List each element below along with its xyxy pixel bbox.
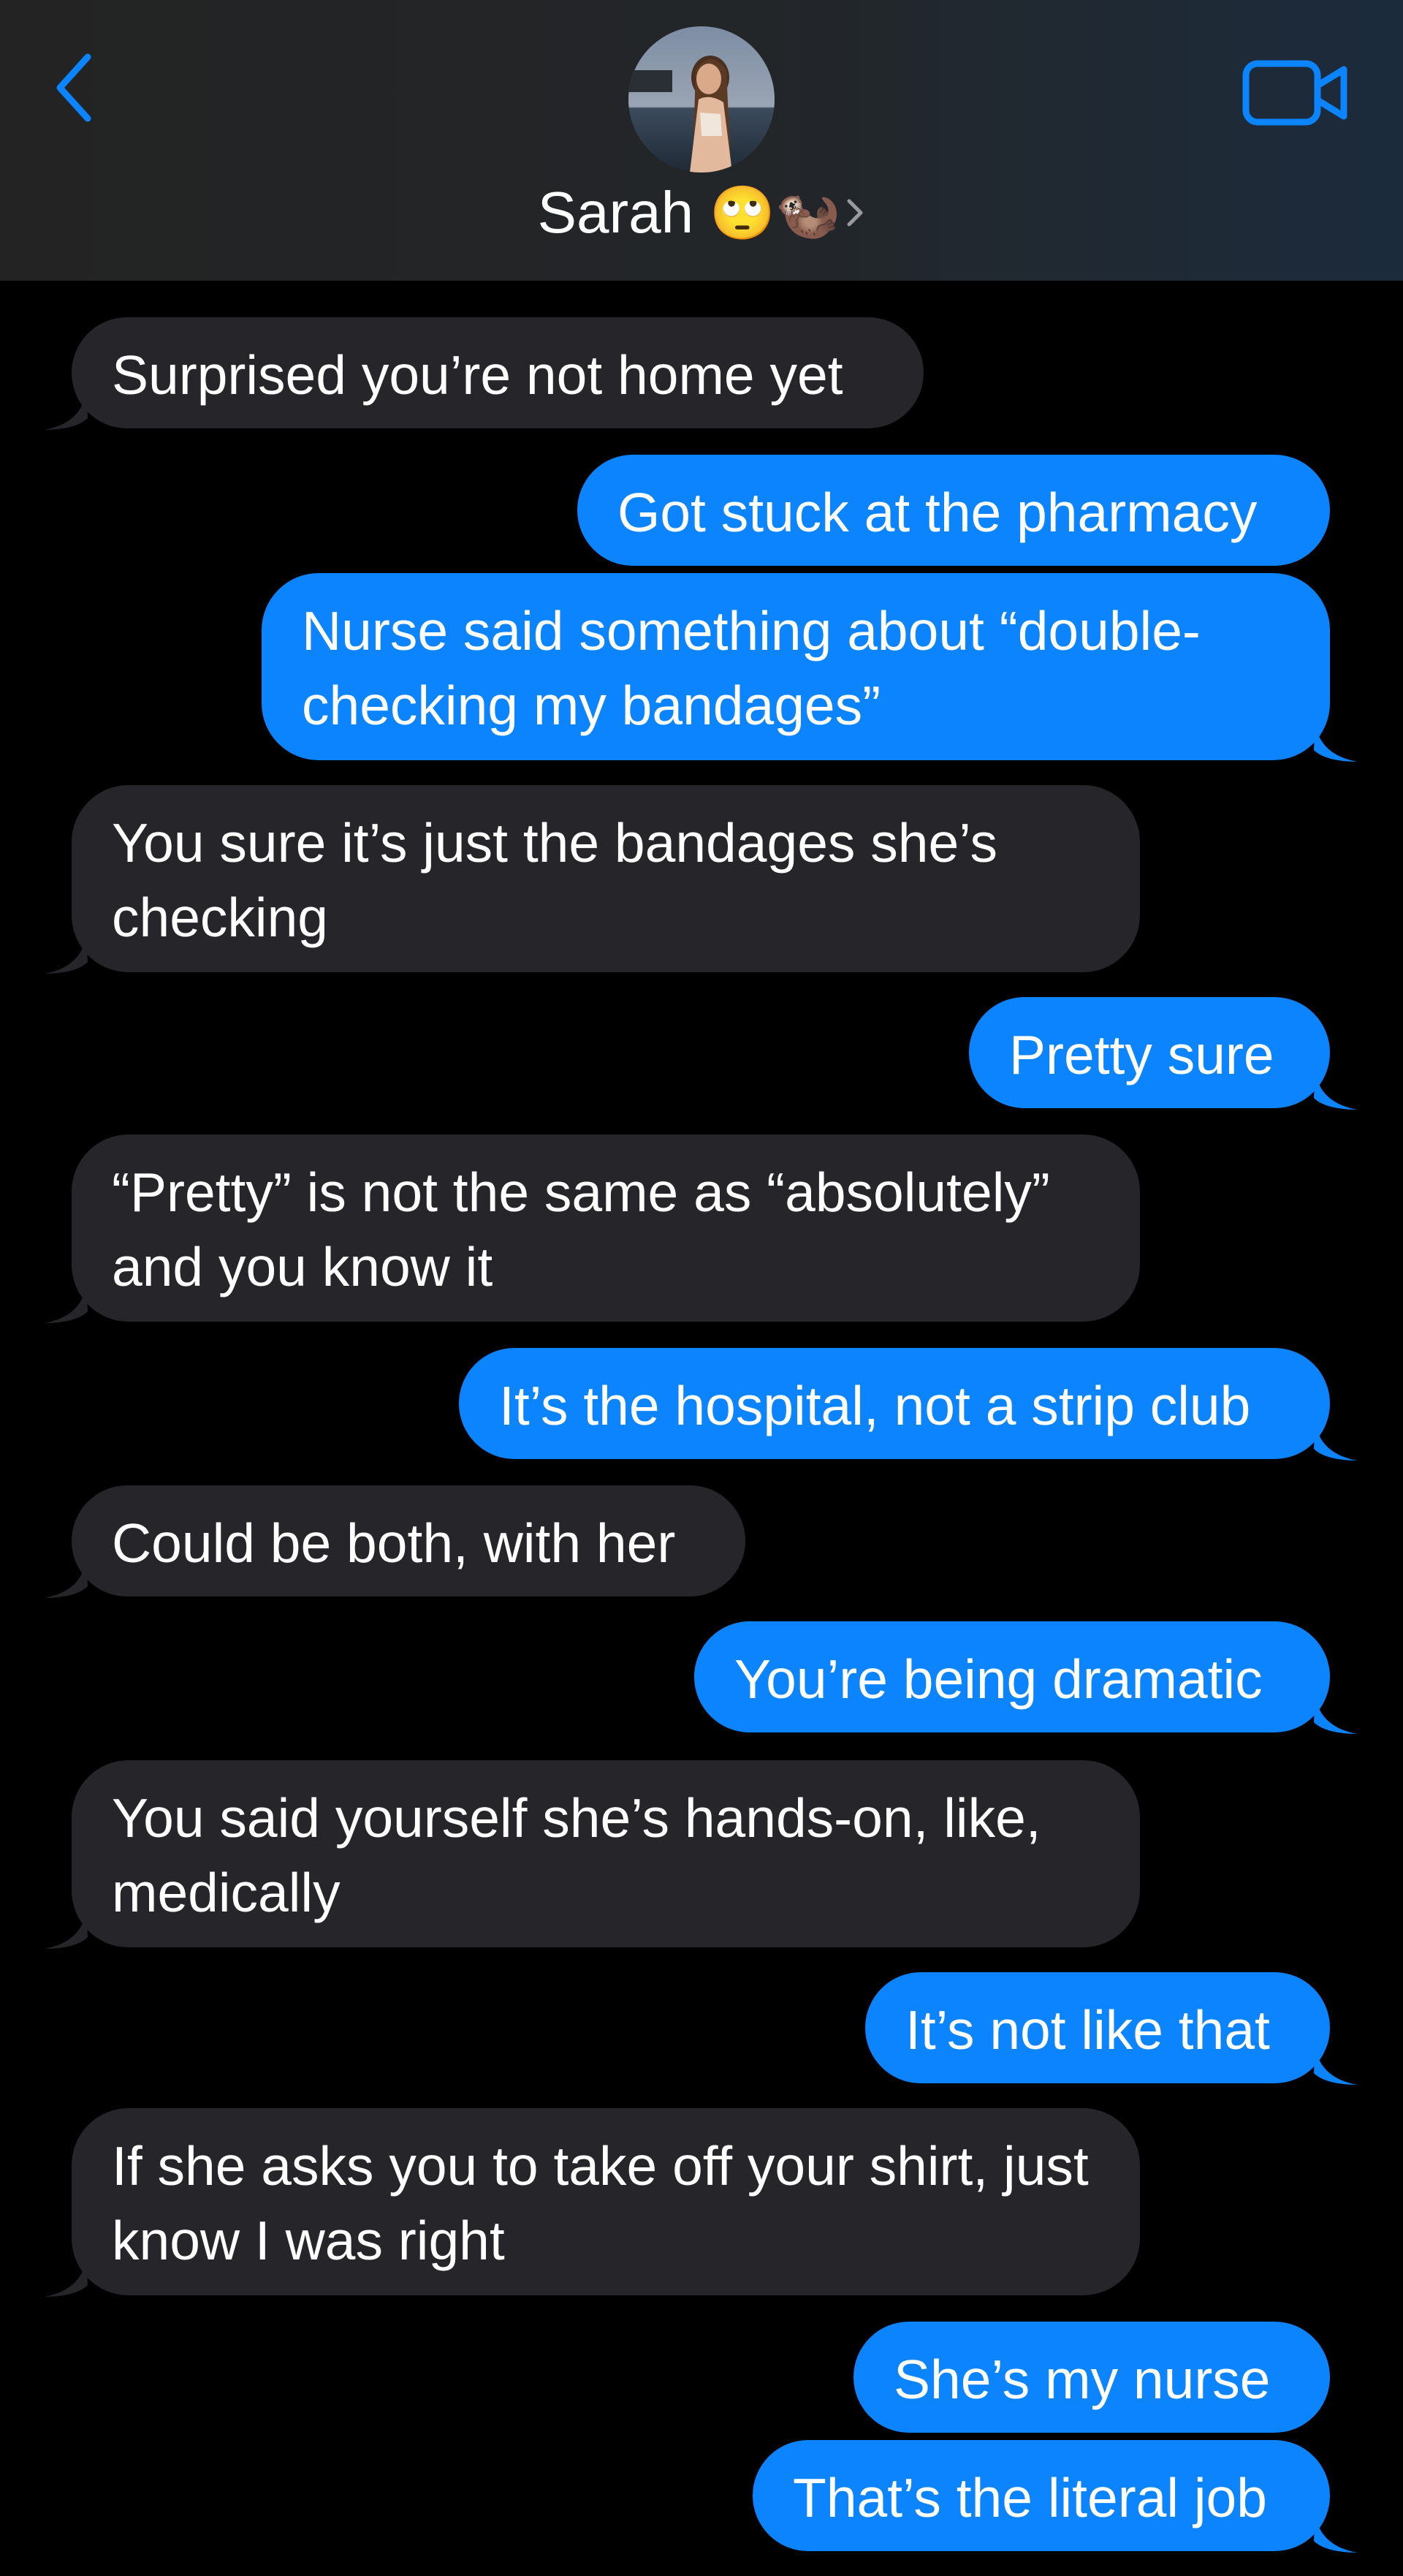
contact-avatar[interactable] xyxy=(628,26,775,173)
chevron-left-icon xyxy=(56,53,91,122)
message-text: You’re being dramatic xyxy=(734,1648,1263,1710)
bubble-tail xyxy=(1314,1693,1358,1734)
outgoing-message-bubble[interactable]: Pretty sure xyxy=(969,997,1358,1110)
bubble-tail xyxy=(1314,2512,1358,2553)
message-text: That’s the literal job xyxy=(793,2467,1267,2528)
back-button[interactable] xyxy=(44,44,102,132)
incoming-message-bubble[interactable]: If she asks you to take off your shirt, … xyxy=(44,2108,1140,2297)
bubble-tail xyxy=(44,1282,88,1323)
bubble-tail xyxy=(44,389,88,430)
message-text: You said yourself she’s hands-on, like, … xyxy=(112,1787,1041,1923)
outgoing-message-bubble[interactable]: She’s my nurse xyxy=(853,2322,1330,2433)
message-text: Surprised you’re not home yet xyxy=(112,344,843,406)
contact-name-button[interactable]: Sarah 🙄🦦 xyxy=(0,173,1403,253)
contact-name: Sarah xyxy=(537,180,694,245)
message-text: Pretty sure xyxy=(1009,1024,1274,1086)
incoming-message-bubble[interactable]: You sure it’s just the bandages she’s ch… xyxy=(44,785,1140,974)
avatar-photo xyxy=(628,26,775,173)
bubble-tail xyxy=(1314,2044,1358,2085)
chevron-right-icon xyxy=(845,195,865,230)
message-text: It’s the hospital, not a strip club xyxy=(499,1375,1251,1436)
outgoing-message-bubble[interactable]: That’s the literal job xyxy=(753,2440,1358,2553)
video-call-button[interactable] xyxy=(1238,53,1355,133)
contact-name-emoji: 🙄🦦 xyxy=(710,181,841,243)
message-text: Nurse said something about “double-check… xyxy=(302,600,1201,736)
outgoing-message-bubble[interactable]: You’re being dramatic xyxy=(694,1621,1358,1734)
video-camera-icon xyxy=(1242,60,1347,126)
message-text: Got stuck at the pharmacy xyxy=(617,482,1258,543)
incoming-message-bubble[interactable]: Surprised you’re not home yet xyxy=(44,317,924,430)
bubble-tail xyxy=(44,1557,88,1598)
incoming-message-bubble[interactable]: You said yourself she’s hands-on, like, … xyxy=(44,1760,1140,1949)
conversation-header: Sarah 🙄🦦 xyxy=(0,0,1403,281)
bubble-tail xyxy=(1314,1420,1358,1461)
message-text: Could be both, with her xyxy=(112,1512,676,1574)
message-text: If she asks you to take off your shirt, … xyxy=(112,2135,1089,2271)
message-list[interactable]: Surprised you’re not home yet Got stuck … xyxy=(0,281,1403,2576)
incoming-message-bubble[interactable]: Could be both, with her xyxy=(44,1485,745,1598)
bubble-tail xyxy=(44,2256,88,2297)
outgoing-message-bubble[interactable]: Got stuck at the pharmacy xyxy=(577,455,1330,566)
outgoing-message-bubble[interactable]: Nurse said something about “double-check… xyxy=(262,573,1358,762)
bubble-tail xyxy=(1314,721,1358,762)
outgoing-message-bubble[interactable]: It’s the hospital, not a strip club xyxy=(459,1348,1358,1461)
message-text: “Pretty” is not the same as “absolutely”… xyxy=(112,1162,1050,1298)
outgoing-message-bubble[interactable]: It’s not like that xyxy=(865,1972,1358,2085)
bubble-tail xyxy=(44,1908,88,1949)
incoming-message-bubble[interactable]: “Pretty” is not the same as “absolutely”… xyxy=(44,1134,1140,1323)
message-text: She’s my nurse xyxy=(894,2349,1271,2410)
bubble-tail xyxy=(44,933,88,974)
message-text: You sure it’s just the bandages she’s ch… xyxy=(112,812,997,948)
message-text: It’s not like that xyxy=(905,1999,1270,2061)
bubble-tail xyxy=(1314,1069,1358,1110)
